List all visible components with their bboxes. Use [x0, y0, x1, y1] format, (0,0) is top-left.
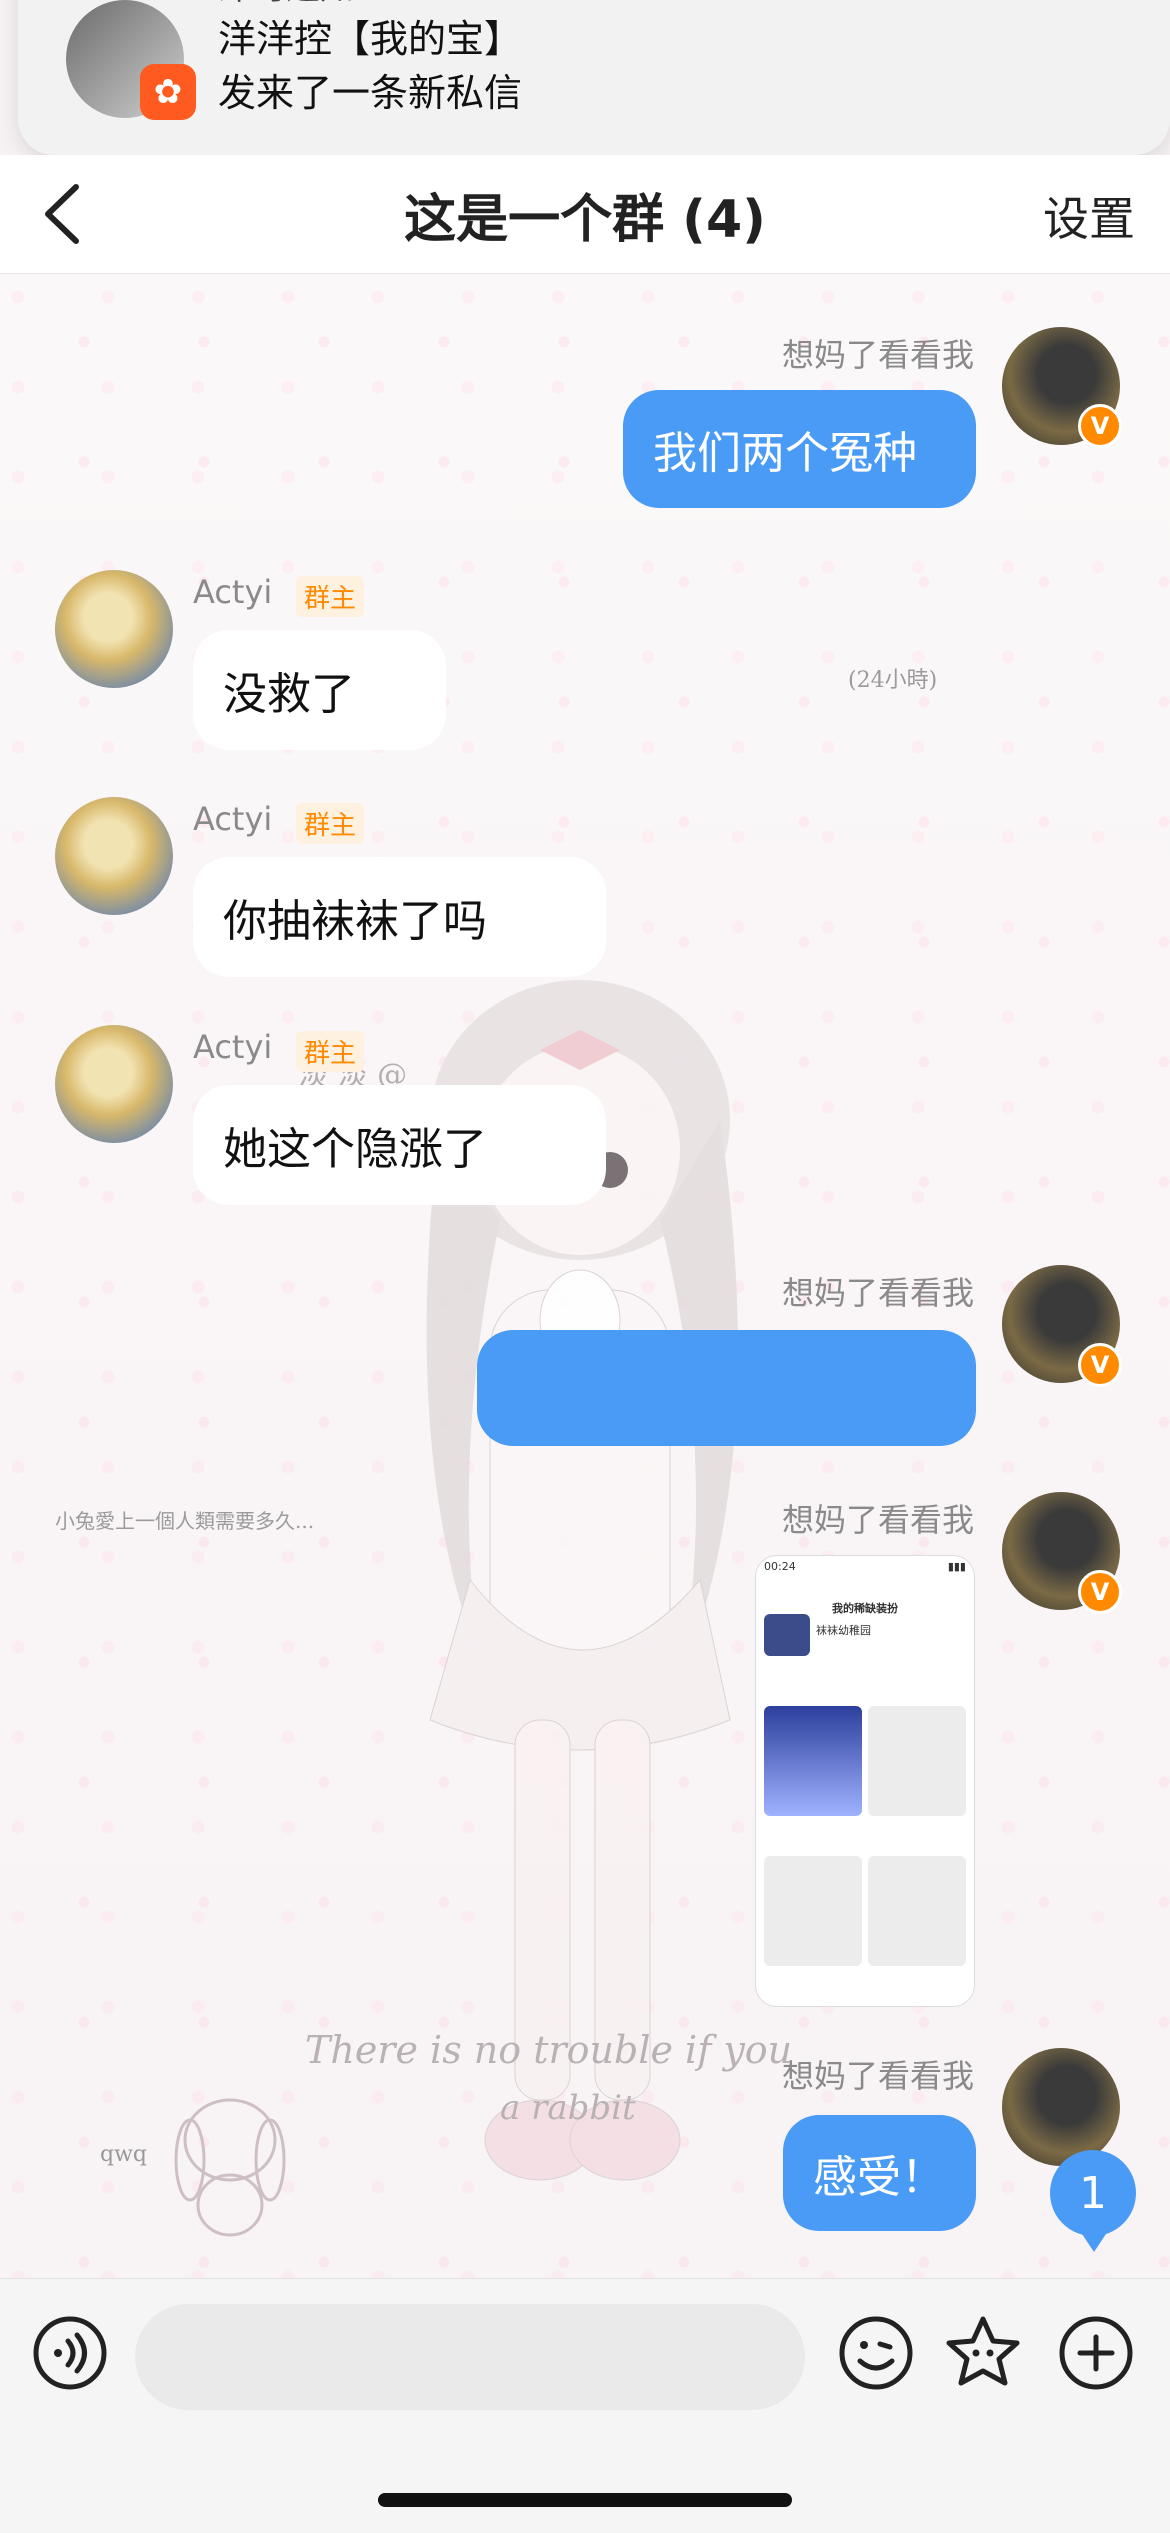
avatar-me[interactable] — [1002, 2048, 1120, 2166]
group-owner-tag: 群主 — [296, 576, 365, 617]
message-text: 没救了 — [223, 669, 355, 720]
message-input[interactable] — [135, 2304, 805, 2410]
thumb-tile — [764, 1856, 862, 1966]
home-indicator[interactable] — [378, 2493, 792, 2507]
notification-message: 发来了一条新私信 — [218, 71, 523, 115]
star-icon[interactable] — [943, 2313, 1023, 2393]
message-bubble[interactable]: 她这个隐涨了 — [193, 1085, 606, 1205]
avatar-actyi[interactable] — [55, 797, 173, 915]
timer-text: (24小時) — [848, 668, 938, 693]
thumb-time: 00:24 — [764, 1560, 796, 1573]
caption-text: 小兔愛上一個人類需要多久... — [55, 1509, 315, 1533]
message-bubble[interactable]: 你抽袜袜了吗 — [193, 857, 606, 977]
script-text-1: There is no trouble if you — [305, 2028, 793, 2072]
chat-background: (24小時) 小兔愛上一個人類需要多久... There is no troub… — [0, 270, 1170, 2280]
settings-button[interactable]: 设置 — [1043, 183, 1135, 249]
sender-name: Actyi — [193, 800, 273, 838]
unread-count-badge[interactable]: 1 — [1050, 2150, 1136, 2252]
group-owner-tag: 群主 — [296, 803, 365, 844]
group-owner-tag: 群主 — [296, 1031, 365, 1072]
thumb-tile — [868, 1706, 966, 1816]
emoji-icon[interactable] — [836, 2313, 916, 2393]
sender-name: 想妈了看看我 — [781, 336, 974, 374]
script-text-2: a rabbit — [500, 2088, 636, 2128]
group-title: 这是一个群 (4) — [404, 190, 766, 250]
voice-icon[interactable] — [30, 2313, 110, 2393]
chat-header: 这是一个群 (4) 设置 — [0, 155, 1170, 274]
verified-badge: V — [1078, 1570, 1122, 1614]
plus-icon[interactable] — [1056, 2313, 1136, 2393]
sender-name: Actyi — [193, 573, 273, 611]
message-bubble[interactable] — [477, 1330, 976, 1446]
sender-name: 想妈了看看我 — [781, 2057, 974, 2095]
thumb-item: 袜袜幼稚园 — [816, 1624, 871, 1637]
thumb-tile — [764, 1614, 810, 1656]
thumb-status: 00:24 ▮▮▮ — [756, 1556, 974, 1600]
avatar-actyi[interactable] — [55, 570, 173, 688]
message-text: 她这个隐涨了 — [223, 1124, 487, 1175]
verified-badge: V — [1078, 1343, 1122, 1387]
thumb-tile — [868, 1856, 966, 1966]
message-text: 你抽袜袜了吗 — [223, 896, 487, 947]
message-bubble[interactable]: 感受！ — [783, 2115, 976, 2231]
message-text: 我们两个冤种 — [653, 428, 917, 479]
sender-name: 想妈了看看我 — [781, 1501, 974, 1539]
sender-name: Actyi — [193, 1028, 273, 1066]
bunny-doodle — [174, 2098, 286, 2237]
input-toolbar — [0, 2278, 1170, 2533]
image-message[interactable]: 00:24 ▮▮▮ 我的稀缺装扮 袜袜幼稚园 — [755, 1555, 975, 2007]
push-notification[interactable]: ✿ 即时通知 洋洋控【我的宝】 发来了一条新私信 现在 — [18, 0, 1170, 155]
verified-badge: V — [1078, 404, 1122, 448]
thumb-tile — [764, 1706, 862, 1816]
message-bubble[interactable]: 没救了 — [193, 630, 446, 750]
notification-sender: 洋洋控【我的宝】 — [218, 17, 523, 61]
qwq-text: qwq — [100, 2142, 147, 2167]
message-bubble[interactable]: 我们两个冤种 — [623, 390, 976, 508]
notification-time: 现在 — [1046, 0, 1110, 6]
thumb-signal: ▮▮▮ — [947, 1560, 966, 1573]
sender-name: 想妈了看看我 — [781, 1274, 974, 1312]
avatar-actyi[interactable] — [55, 1025, 173, 1143]
kuaishou-app-icon: ✿ — [140, 64, 196, 120]
message-text: 感受！ — [813, 2152, 945, 2203]
